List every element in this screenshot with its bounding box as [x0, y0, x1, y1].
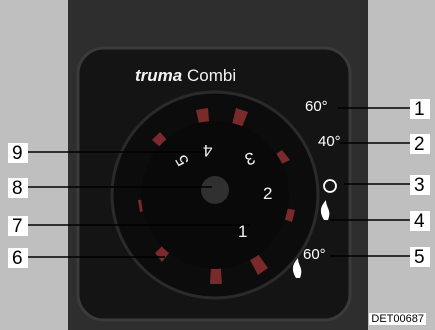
callout-9: 9 — [12, 143, 23, 164]
callout-7: 7 — [12, 216, 23, 237]
callout-6: 6 — [12, 248, 23, 269]
knob-center — [201, 176, 229, 204]
callout-4: 4 — [414, 211, 425, 232]
dial-number: 4 — [203, 141, 213, 160]
setting-gas-60-label: 60° — [303, 246, 326, 263]
callout-3: 3 — [414, 175, 425, 196]
image-code: DET00687 — [369, 313, 426, 325]
figure: truma Combi 4 3 2 1 5 60° 40° 60° 1 2 3 … — [0, 0, 435, 330]
dial-number: 1 — [238, 222, 248, 241]
callout-1: 1 — [414, 99, 425, 120]
setting-40-label: 40° — [318, 133, 341, 150]
callout-2: 2 — [414, 134, 425, 155]
callout-8: 8 — [12, 178, 23, 199]
dial-number: 2 — [263, 184, 273, 203]
callout-5: 5 — [414, 247, 425, 268]
setting-60-label: 60° — [305, 98, 328, 115]
control-panel-photo — [8, 0, 430, 330]
brand-logo: truma Combi — [135, 66, 237, 85]
